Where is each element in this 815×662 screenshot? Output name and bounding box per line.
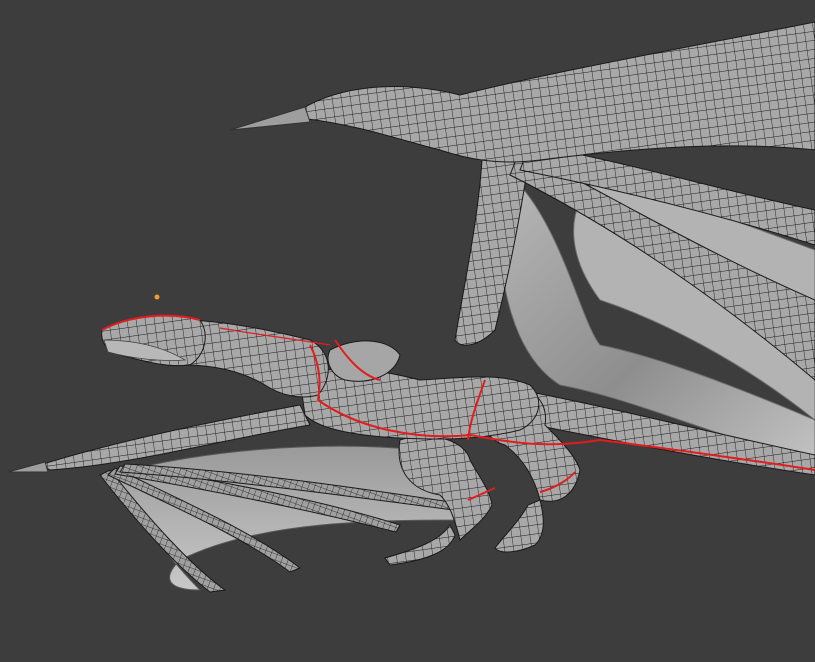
body[interactable]	[299, 367, 540, 440]
dragon-model-canvas[interactable]	[0, 0, 815, 662]
hind-foot[interactable]	[494, 499, 544, 553]
lower-wing-claw-spike[interactable]	[7, 461, 49, 473]
upper-wing-claw-spike[interactable]	[229, 106, 311, 131]
3d-viewport[interactable]	[0, 0, 815, 662]
object-origin-point[interactable]	[154, 294, 160, 300]
upper-wing-humerus[interactable]	[299, 21, 815, 163]
